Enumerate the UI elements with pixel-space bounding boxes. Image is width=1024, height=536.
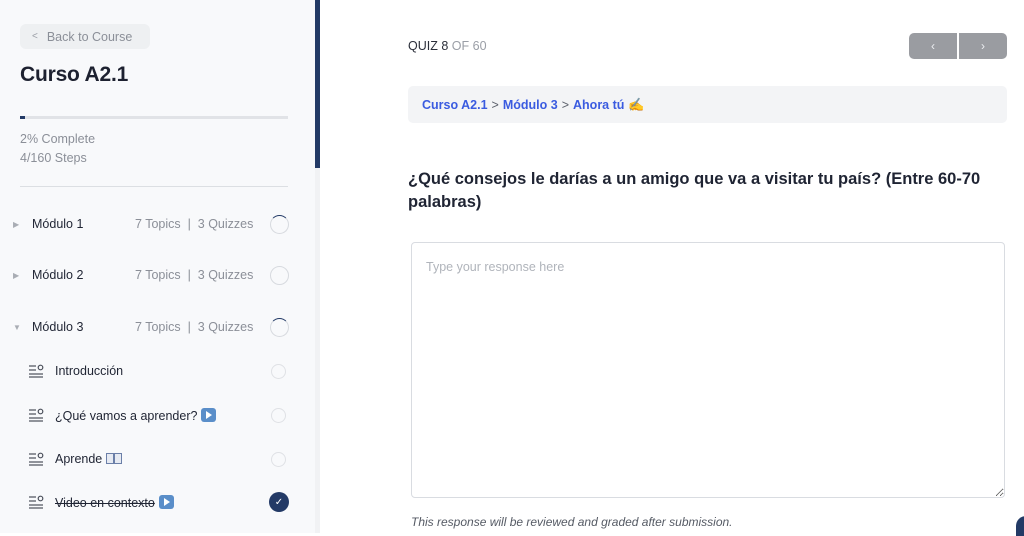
question-text: ¿Qué consejos le darías a un amigo que v… bbox=[408, 170, 981, 211]
lesson-introduccion[interactable]: Introducción bbox=[0, 357, 300, 385]
lesson-video-en-contexto[interactable]: Video en contexto ✓ bbox=[0, 488, 300, 516]
module-name: Módulo 3 bbox=[32, 320, 84, 334]
module-meta: 7 Topics | 3 Quizzes bbox=[135, 320, 254, 334]
lesson-que-vamos-a-aprender[interactable]: ¿Qué vamos a aprender? bbox=[0, 401, 300, 429]
incomplete-circle-icon bbox=[271, 407, 286, 423]
module-name: Módulo 2 bbox=[32, 268, 84, 282]
lesson-name-wrap: Aprende bbox=[55, 452, 123, 466]
module-2[interactable]: ▶ Módulo 2 7 Topics | 3 Quizzes bbox=[0, 260, 300, 290]
steps-count: 4/160 Steps bbox=[20, 151, 87, 165]
breadcrumb-separator: > bbox=[491, 97, 499, 112]
incomplete-circle-icon bbox=[271, 363, 286, 379]
quiz-counter: QUIZ 8 OF 60 bbox=[408, 39, 487, 53]
open-book-icon bbox=[106, 453, 123, 464]
next-button[interactable]: › bbox=[959, 33, 1007, 59]
response-textarea[interactable] bbox=[411, 242, 1005, 498]
course-progress-bar bbox=[20, 116, 288, 119]
lesson-text-icon bbox=[29, 452, 44, 466]
module-meta: 7 Topics | 3 Quizzes bbox=[135, 217, 254, 231]
incomplete-circle-icon bbox=[271, 451, 286, 467]
breadcrumb-module-link[interactable]: Módulo 3 bbox=[503, 98, 558, 112]
lesson-text-icon bbox=[29, 364, 44, 378]
lesson-name: ¿Qué vamos a aprender? bbox=[55, 408, 198, 423]
module-name: Módulo 1 bbox=[32, 217, 84, 231]
quiz-total: OF 60 bbox=[451, 39, 487, 53]
completed-check-icon: ✓ bbox=[269, 492, 289, 512]
chevron-right-icon: › bbox=[981, 39, 985, 53]
back-to-course-button[interactable]: < Back to Course bbox=[20, 24, 150, 49]
floating-widget-edge[interactable] bbox=[1016, 516, 1024, 536]
progress-ring-icon bbox=[270, 317, 289, 337]
progress-ring-icon bbox=[270, 214, 289, 234]
breadcrumb-current-link[interactable]: Ahora tú bbox=[573, 98, 624, 112]
previous-button[interactable]: ‹ bbox=[909, 33, 957, 59]
sidebar-divider bbox=[20, 186, 288, 187]
play-button-icon bbox=[158, 494, 174, 509]
percent-complete: 2% Complete bbox=[20, 132, 96, 146]
lesson-text-icon bbox=[29, 408, 44, 422]
progress-fill bbox=[20, 116, 26, 119]
lesson-text-icon bbox=[29, 495, 44, 509]
quiz-number: QUIZ 8 bbox=[408, 39, 449, 53]
lesson-name-wrap: Video en contexto bbox=[55, 494, 174, 510]
breadcrumb-course-link[interactable]: Curso A2.1 bbox=[422, 98, 488, 112]
chevron-left-icon: < bbox=[32, 31, 38, 42]
progress-ring-icon bbox=[270, 265, 289, 285]
module-3[interactable]: ▼ Módulo 3 7 Topics | 3 Quizzes bbox=[0, 312, 300, 342]
breadcrumb: Curso A2.1 > Módulo 3 > Ahora tú ✍ bbox=[408, 86, 1007, 123]
course-sidebar: < Back to Course Curso A2.1 2% Complete … bbox=[0, 0, 320, 533]
quiz-content: QUIZ 8 OF 60 ‹ › Curso A2.1 > Módulo 3 >… bbox=[320, 0, 1024, 533]
play-button-icon bbox=[201, 407, 217, 422]
caret-down-icon: ▼ bbox=[13, 322, 21, 332]
back-to-course-label: Back to Course bbox=[46, 29, 133, 44]
writing-hand-icon: ✍ bbox=[628, 96, 645, 112]
lesson-aprende[interactable]: Aprende bbox=[0, 445, 300, 473]
lesson-name: Video en contexto bbox=[55, 495, 155, 510]
lesson-name-wrap: ¿Qué vamos a aprender? bbox=[55, 407, 217, 423]
module-1[interactable]: ▶ Módulo 1 7 Topics | 3 Quizzes bbox=[0, 209, 300, 239]
lesson-name: Introducción bbox=[55, 364, 124, 378]
chevron-left-icon: ‹ bbox=[931, 39, 935, 53]
grading-note: This response will be reviewed and grade… bbox=[411, 515, 733, 529]
caret-right-icon: ▶ bbox=[13, 219, 20, 229]
module-meta: 7 Topics | 3 Quizzes bbox=[135, 268, 254, 282]
lesson-name: Aprende bbox=[55, 452, 103, 466]
caret-right-icon: ▶ bbox=[13, 270, 20, 280]
quiz-navigation: ‹ › bbox=[909, 33, 1007, 59]
course-title: Curso A2.1 bbox=[20, 63, 129, 86]
breadcrumb-separator: > bbox=[561, 97, 570, 112]
